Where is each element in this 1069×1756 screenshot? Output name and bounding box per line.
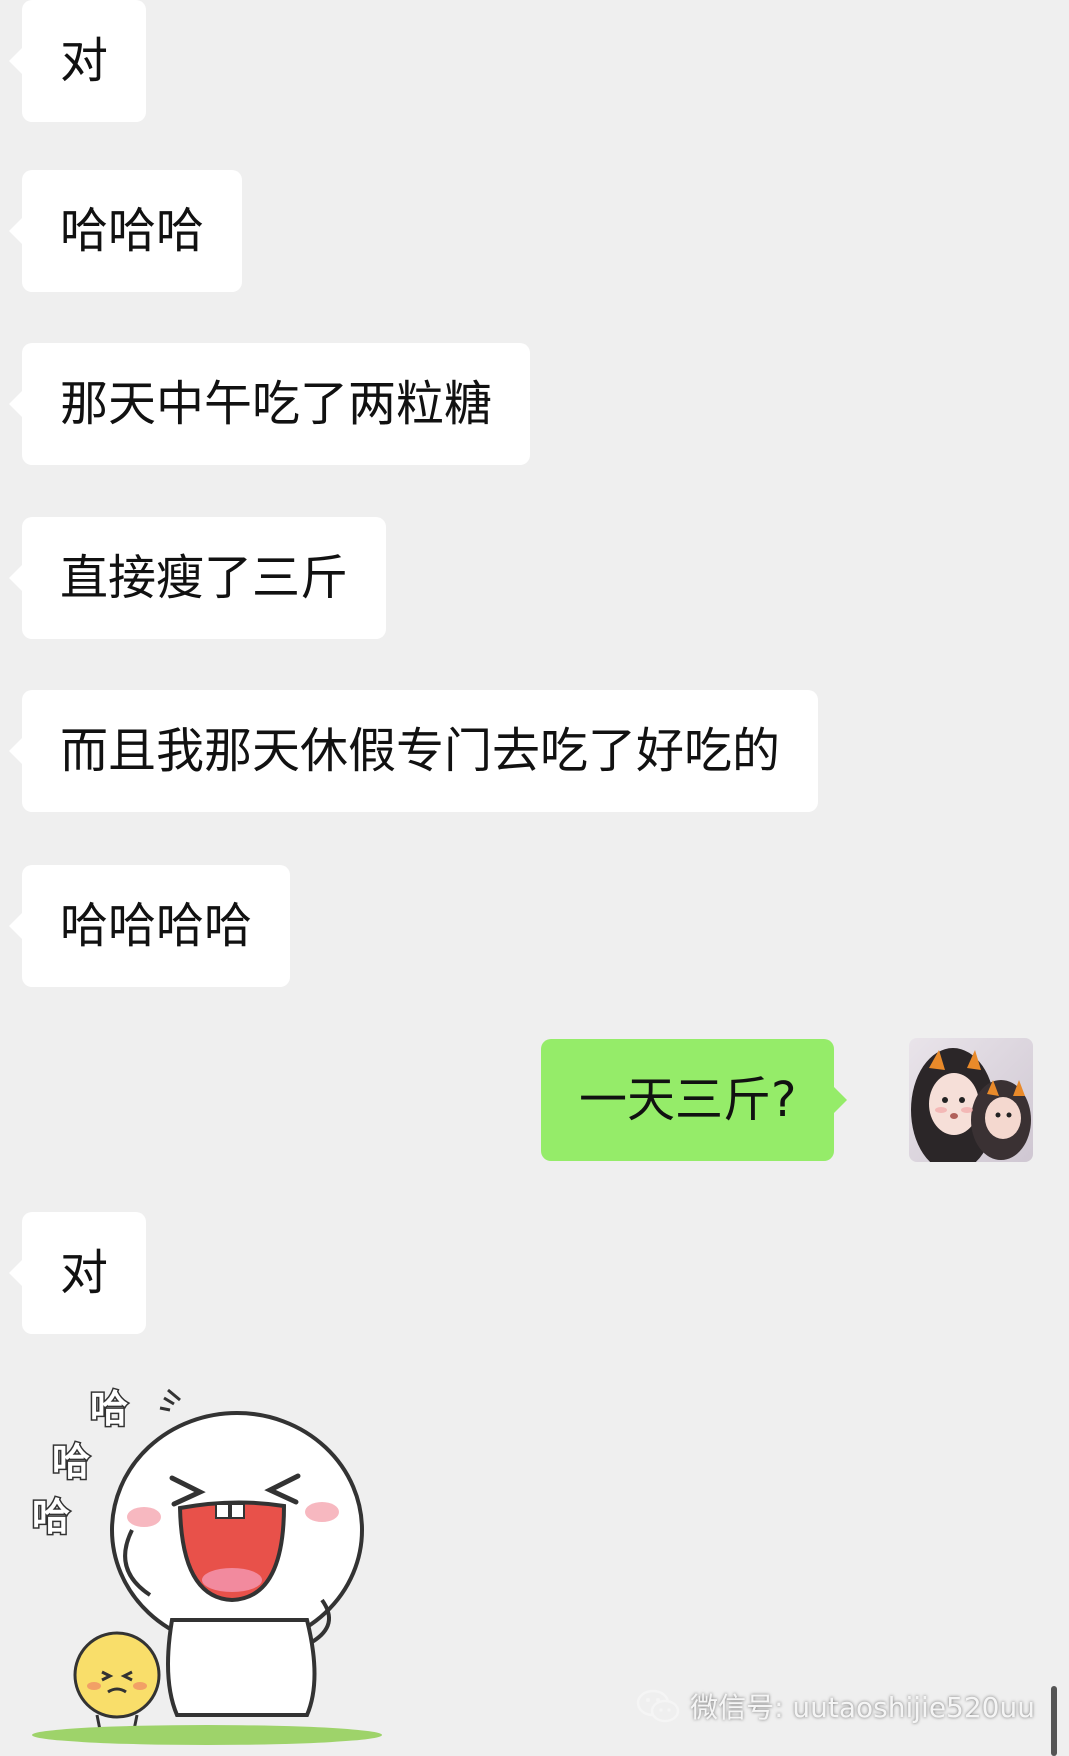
message-bubble-incoming[interactable]: 哈哈哈: [8, 170, 243, 292]
message-text: 那天中午吃了两粒糖: [60, 376, 493, 432]
sticker-text: 哈: [52, 1440, 90, 1484]
message-bubble-incoming[interactable]: 那天中午吃了两粒糖: [8, 343, 531, 465]
message-text: 而且我那天休假专门去吃了好吃的: [60, 723, 781, 779]
message-text: 一天三斤?: [579, 1072, 797, 1128]
sticker-text: 哈: [32, 1495, 70, 1539]
message-bubble-incoming[interactable]: 哈哈哈哈: [8, 865, 291, 987]
message-text: 直接瘦了三斤: [60, 550, 349, 606]
message-text: 对: [60, 1245, 109, 1301]
sticker-message[interactable]: 哈 哈 哈: [22, 1380, 392, 1750]
scrollbar[interactable]: [1051, 1686, 1057, 1756]
laughing-sticker: 哈 哈 哈: [31, 1386, 382, 1745]
message-bubble-incoming[interactable]: 而且我那天休假专门去吃了好吃的: [8, 690, 819, 812]
message-text: 对: [60, 33, 109, 89]
sticker-text: 哈: [90, 1387, 128, 1431]
wechat-icon: [636, 1689, 680, 1723]
user-avatar[interactable]: [909, 1038, 1033, 1162]
message-text: 哈哈哈: [60, 203, 205, 259]
watermark-text: 微信号: uutaoshijie520uu: [690, 1691, 1035, 1724]
watermark: 微信号: uutaoshijie520uu: [636, 1686, 1035, 1726]
message-bubble-outgoing[interactable]: 一天三斤?: [541, 1039, 848, 1161]
message-bubble-incoming[interactable]: 直接瘦了三斤: [8, 517, 387, 639]
message-text: 哈哈哈哈: [60, 898, 253, 954]
message-bubble-incoming[interactable]: 对: [8, 0, 147, 122]
user-avatar-photo: [909, 1038, 1033, 1162]
message-bubble-incoming[interactable]: 对: [8, 1212, 147, 1334]
